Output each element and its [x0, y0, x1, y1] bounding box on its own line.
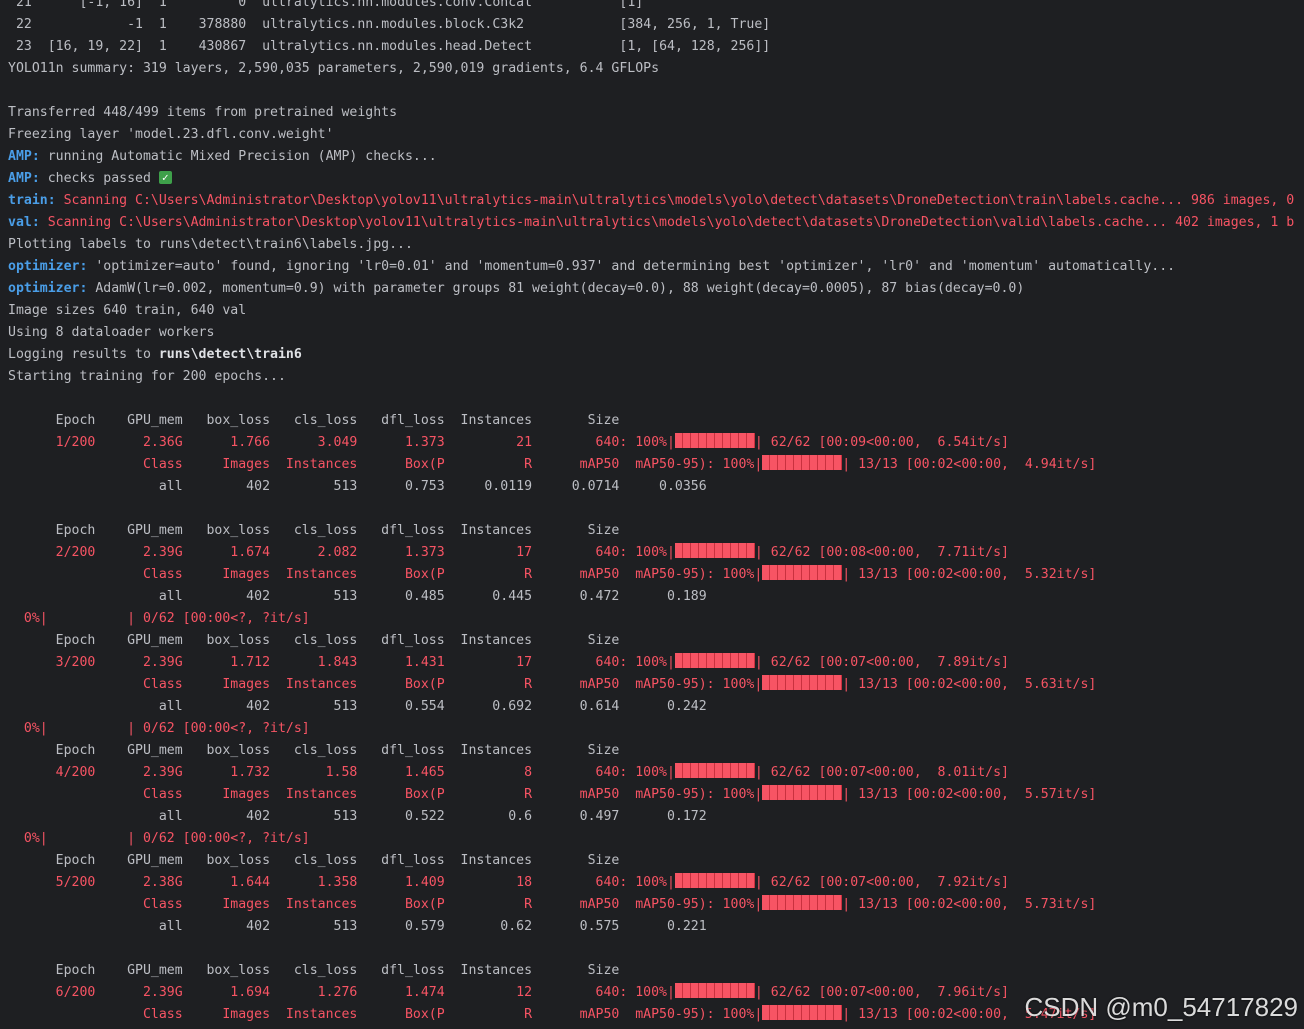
progress-bar: [674, 763, 755, 778]
epoch-header: Epoch GPU_mem box_loss cls_loss dfl_loss…: [8, 743, 620, 758]
progress-bar: [762, 565, 843, 580]
epoch-train-progress: 2/200 2.39G 1.674 2.082 1.373 17 640: 10…: [8, 543, 1009, 560]
terminal-output[interactable]: 21 [-1, 16] 1 0 ultralytics.nn.modules.c…: [8, 0, 1304, 1029]
log-image-sizes: Image sizes 640 train, 640 val: [8, 303, 247, 318]
train-prefix: train:: [8, 193, 56, 208]
epoch-val-result: all 402 513 0.753 0.0119 0.0714 0.0356: [8, 479, 707, 494]
progress-bar: [674, 653, 755, 668]
epoch-train-progress: 5/200 2.38G 1.644 1.358 1.409 18 640: 10…: [8, 873, 1009, 890]
log-freezing: Freezing layer 'model.23.dfl.conv.weight…: [8, 127, 334, 142]
log-amp-running: AMP: running Automatic Mixed Precision (…: [8, 149, 437, 164]
epoch-header: Epoch GPU_mem box_loss cls_loss dfl_loss…: [8, 523, 620, 538]
epoch-val-progress: Class Images Instances Box(P R mAP50 mAP…: [8, 675, 1097, 692]
empty-progress: 0%| | 0/62 [00:00<?, ?it/s]: [8, 611, 310, 626]
log-amp-passed: AMP: checks passed ✓: [8, 168, 1304, 190]
amp-prefix: AMP:: [8, 149, 40, 164]
epoch-val-progress: Class Images Instances Box(P R mAP50 mAP…: [8, 565, 1097, 582]
log-starting: Starting training for 200 epochs...: [8, 369, 286, 384]
progress-bar: [762, 895, 843, 910]
epoch-val-result: all 402 513 0.554 0.692 0.614 0.242: [8, 699, 707, 714]
log-optimizer-adamw: optimizer: AdamW(lr=0.002, momentum=0.9)…: [8, 281, 1025, 296]
epoch-val-result: all 402 513 0.522 0.6 0.497 0.172: [8, 809, 707, 824]
epoch-header: Epoch GPU_mem box_loss cls_loss dfl_loss…: [8, 963, 620, 978]
progress-bar: [674, 983, 755, 998]
amp-prefix: AMP:: [8, 171, 40, 186]
epoch-val-result: all 402 513 0.579 0.62 0.575 0.221: [8, 919, 707, 934]
log-results-path: Logging results to runs\detect\train6: [8, 347, 302, 362]
progress-bar: [674, 433, 755, 448]
val-prefix: val:: [8, 215, 40, 230]
layer-row: 23 [16, 19, 22] 1 430867 ultralytics.nn.…: [8, 39, 771, 54]
progress-bar: [762, 455, 843, 470]
check-mark-icon: ✓: [158, 170, 172, 184]
progress-bar: [762, 785, 843, 800]
empty-progress: 0%| | 0/62 [00:00<?, ?it/s]: [8, 831, 310, 846]
epoch-train-progress: 3/200 2.39G 1.712 1.843 1.431 17 640: 10…: [8, 653, 1009, 670]
log-val-scan: val: Scanning C:\Users\Administrator\Des…: [8, 215, 1295, 230]
progress-bar: [674, 873, 755, 888]
epoch-val-result: all 402 513 0.485 0.445 0.472 0.189: [8, 589, 707, 604]
epoch-val-progress: Class Images Instances Box(P R mAP50 mAP…: [8, 455, 1097, 472]
epoch-header: Epoch GPU_mem box_loss cls_loss dfl_loss…: [8, 413, 620, 428]
epoch-train-progress: 1/200 2.36G 1.766 3.049 1.373 21 640: 10…: [8, 433, 1009, 450]
epoch-header: Epoch GPU_mem box_loss cls_loss dfl_loss…: [8, 633, 620, 648]
log-optimizer-auto: optimizer: 'optimizer=auto' found, ignor…: [8, 259, 1176, 274]
progress-bar: [674, 543, 755, 558]
model-summary: YOLO11n summary: 319 layers, 2,590,035 p…: [8, 61, 660, 76]
epoch-train-progress: 4/200 2.39G 1.732 1.58 1.465 8 640: 100%…: [8, 763, 1009, 780]
layer-row: 22 -1 1 378880 ultralytics.nn.modules.bl…: [8, 17, 771, 32]
epoch-header: Epoch GPU_mem box_loss cls_loss dfl_loss…: [8, 853, 620, 868]
optimizer-prefix: optimizer:: [8, 259, 88, 274]
log-workers: Using 8 dataloader workers: [8, 325, 215, 340]
csdn-watermark: CSDN @m0_54717829: [1024, 992, 1298, 1022]
progress-bar: [762, 675, 843, 690]
log-transferred: Transferred 448/499 items from pretraine…: [8, 105, 398, 120]
epoch-val-progress: Class Images Instances Box(P R mAP50 mAP…: [8, 895, 1097, 912]
log-plotting: Plotting labels to runs\detect\train6\la…: [8, 237, 413, 252]
progress-bar: [762, 1005, 843, 1020]
log-train-scan: train: Scanning C:\Users\Administrator\D…: [8, 193, 1295, 208]
epoch-val-progress: Class Images Instances Box(P R mAP50 mAP…: [8, 785, 1097, 802]
layer-row: 21 [-1, 16] 1 0 ultralytics.nn.modules.c…: [8, 0, 644, 10]
optimizer-prefix: optimizer:: [8, 281, 88, 296]
empty-progress: 0%| | 0/62 [00:00<?, ?it/s]: [8, 721, 310, 736]
